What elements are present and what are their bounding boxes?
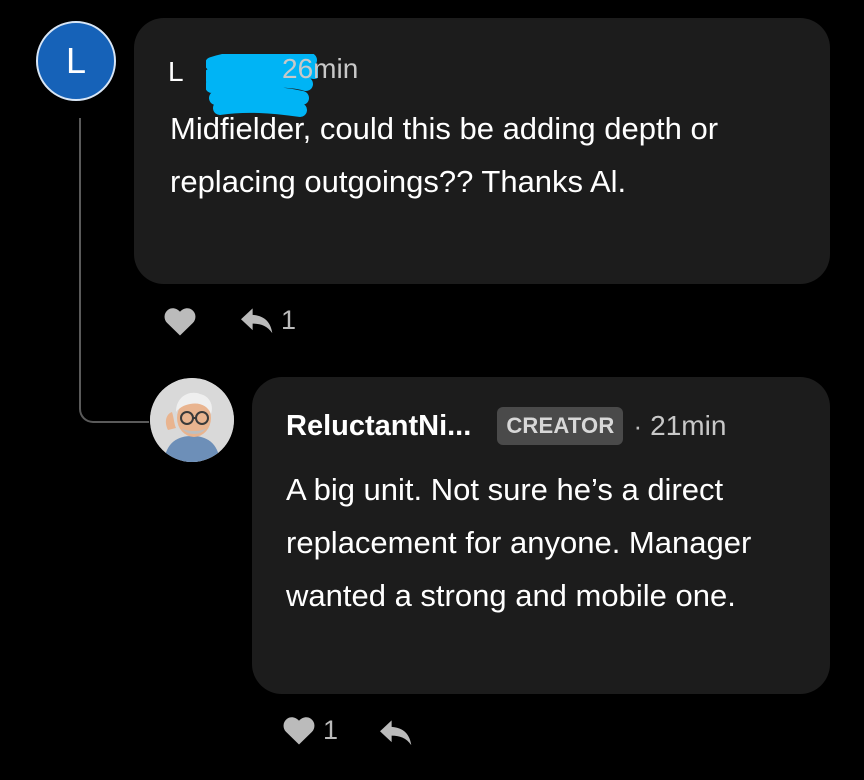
heart-icon	[164, 308, 196, 336]
reply-body: A big unit. Not sure he’s a direct repla…	[286, 472, 752, 613]
creator-badge: CREATOR	[497, 407, 624, 445]
memoji-avatar-icon	[150, 378, 234, 462]
like-count: 1	[323, 714, 339, 745]
heart-icon	[283, 717, 315, 745]
reply-button[interactable]	[378, 716, 414, 748]
like-button[interactable]: 1	[281, 714, 338, 746]
avatar[interactable]: L	[36, 21, 116, 101]
reply-count: 1	[281, 304, 297, 335]
like-button[interactable]	[162, 305, 198, 337]
author-name[interactable]: ReluctantNi...	[286, 410, 471, 443]
avatar[interactable]	[150, 378, 234, 462]
comment-bubble: L 26min Midfielder, could this be adding…	[134, 18, 830, 284]
reply-bubble: ReluctantNi... CREATOR · 21min A big uni…	[252, 377, 830, 694]
reply-button[interactable]: 1	[239, 304, 296, 336]
author-name[interactable]: L	[168, 52, 318, 117]
reply-header: ReluctantNi... CREATOR · 21min	[286, 407, 726, 445]
comment-body: Midfielder, could this be adding depth o…	[170, 111, 719, 199]
author-initial: L	[168, 56, 184, 87]
reply-arrow-icon	[241, 308, 273, 334]
reply-timestamp: 21min	[650, 410, 727, 441]
comment-timestamp: 26min	[282, 53, 359, 84]
avatar-letter: L	[65, 40, 87, 81]
separator-dot: ·	[633, 410, 643, 441]
reply-arrow-icon	[380, 720, 412, 746]
